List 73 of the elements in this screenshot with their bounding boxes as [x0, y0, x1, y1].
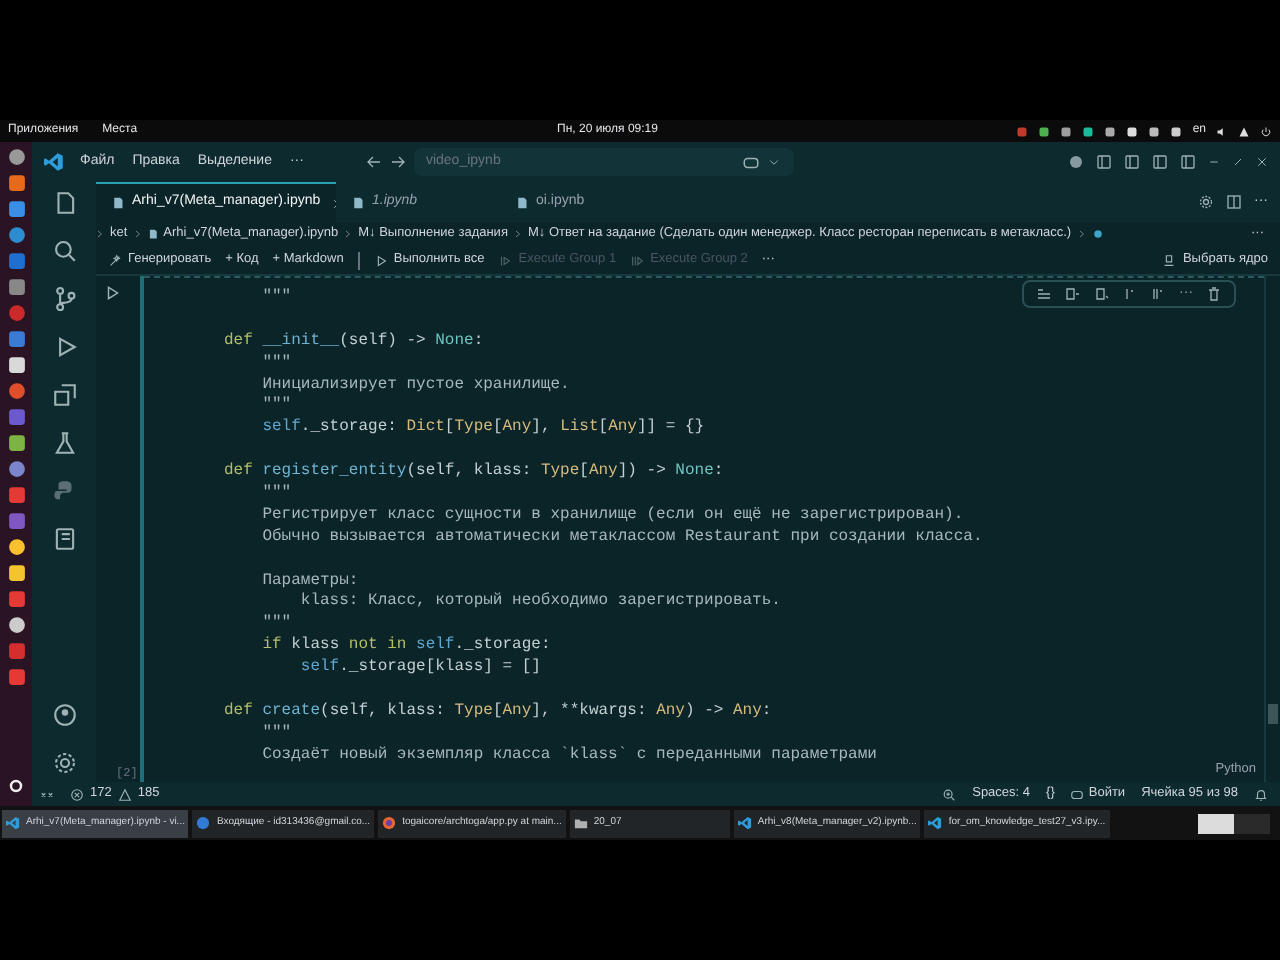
code-line: def create(self, klass: Type[Any], **kwargs: Any) -> Any:	[224, 701, 772, 724]
code-line: def __init__(self) -> None:	[224, 331, 484, 354]
code-line: self._storage: Dict[Type[Any], List[Any]] = {}	[260, 418, 705, 441]
code-line: if klass not in self._storage:	[260, 636, 551, 658]
warning-icon	[117, 787, 132, 801]
chevron-right-icon	[513, 228, 522, 240]
code-line: Создаёт новый экземпляр класса `klass` с переданными параметрами	[260, 745, 877, 768]
layout-icon[interactable]	[1124, 154, 1140, 170]
chevron-right-icon	[344, 228, 353, 240]
account-icon[interactable]	[51, 702, 77, 728]
flask-icon[interactable]	[51, 430, 77, 456]
code-line: """	[260, 353, 292, 376]
show-apps-icon[interactable]	[8, 778, 24, 794]
notebook-file-icon	[516, 195, 528, 209]
toolbar-icon	[630, 253, 645, 267]
mail-app-icon	[196, 816, 211, 830]
forward-arrow-icon[interactable]	[389, 154, 406, 170]
minimize-icon[interactable]	[1208, 156, 1220, 168]
error-icon	[70, 787, 84, 801]
notebook-file-icon	[147, 228, 158, 240]
code-line: """	[260, 396, 292, 418]
code-line: """	[260, 723, 292, 746]
vscode-logo-icon	[737, 816, 752, 830]
chevron-down-icon[interactable]	[767, 156, 780, 168]
back-arrow-icon[interactable]	[365, 154, 382, 170]
code-line: """	[260, 614, 292, 636]
vscode-logo-icon	[6, 816, 20, 830]
vscode-logo-icon	[928, 816, 943, 830]
code-line: Обычно вызывается автоматически метаклассом Restaurant при создании класса.	[260, 527, 983, 550]
toolbar-icon	[108, 253, 122, 267]
settings-icon[interactable]	[1198, 194, 1214, 210]
chevron-right-icon	[133, 228, 142, 240]
code-line: Инициализирует пустое хранилище.	[260, 375, 570, 396]
search-icon[interactable]	[51, 238, 77, 264]
execute-above-icon[interactable]	[1036, 286, 1053, 302]
network-icon[interactable]	[1238, 125, 1250, 137]
split-editor-icon[interactable]	[1226, 194, 1242, 210]
chevron-right-icon	[1077, 228, 1086, 240]
extensions-icon[interactable]	[51, 382, 77, 408]
code-line: self._storage[klass] = []	[298, 658, 541, 681]
workspace-icon[interactable]	[1082, 125, 1095, 137]
workspace-thumbnail[interactable]	[1234, 813, 1270, 833]
notebook-file-icon	[352, 195, 364, 209]
notebook-icon[interactable]	[51, 526, 77, 552]
folder-icon	[573, 816, 588, 830]
sound-icon[interactable]	[1216, 125, 1228, 137]
power-icon[interactable]	[1260, 125, 1272, 137]
browser-icon	[382, 816, 397, 830]
source-control-icon[interactable]	[51, 286, 77, 312]
chevron-right-icon	[96, 228, 104, 240]
vscode-logo-icon	[44, 152, 64, 172]
toggle-secondary-sidebar-icon[interactable]	[1180, 154, 1196, 170]
toggle-sidebar-icon[interactable]	[1096, 154, 1112, 170]
toolbar-icon	[498, 253, 513, 267]
close-icon[interactable]	[1256, 156, 1268, 168]
code-line: """	[260, 288, 292, 310]
code-line: Регистрирует класс сущности в хранилище (если он ещё не зарегистрирован).	[260, 505, 964, 528]
code-line: """	[260, 484, 292, 506]
toggle-panel-icon[interactable]	[1152, 154, 1168, 170]
code-line: klass: Класс, который необходимо зарегистрировать.	[298, 592, 781, 615]
workspace-thumbnail[interactable]	[1198, 813, 1234, 833]
python-icon[interactable]	[51, 478, 77, 504]
delete-icon[interactable]	[1205, 286, 1222, 302]
code-line: def register_entity(self, klass: Type[Any]) -> None:	[224, 462, 724, 484]
toolbar-icon	[373, 253, 388, 267]
zoom-icon[interactable]	[942, 787, 957, 801]
kernel-icon	[1162, 253, 1177, 267]
notebook-file-icon	[112, 196, 124, 210]
scrollbar-thumb[interactable]	[1268, 704, 1278, 724]
bell-icon[interactable]	[1254, 787, 1268, 801]
files-icon[interactable]	[51, 190, 77, 216]
settings-icon[interactable]	[51, 750, 77, 776]
code-line: Параметры:	[260, 571, 359, 592]
